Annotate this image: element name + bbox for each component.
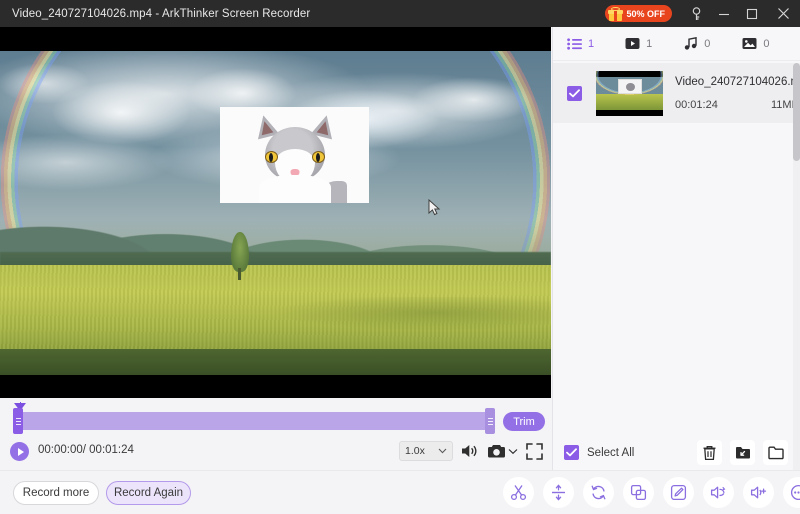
panel-scrollbar-thumb[interactable]	[793, 63, 800, 161]
chevron-down-icon	[438, 445, 447, 457]
music-icon	[684, 37, 698, 50]
trim-handle-right[interactable]	[485, 408, 495, 434]
player-controls: 00:00:00/ 00:01:24 1.0x	[0, 438, 551, 470]
field-path	[165, 297, 551, 350]
letterbox-top	[0, 27, 551, 51]
tab-all[interactable]: 1	[567, 27, 594, 61]
folder-share-icon[interactable]	[730, 440, 755, 465]
cat-image	[241, 112, 349, 203]
select-all-control[interactable]: Select All	[564, 445, 634, 460]
trim-handle-left[interactable]	[13, 408, 23, 434]
select-all-label: Select All	[587, 446, 635, 459]
panel-actions: Select All	[552, 435, 800, 470]
compress-icon[interactable]	[543, 477, 574, 508]
tab-image[interactable]: 0	[742, 27, 770, 61]
tab-video[interactable]: 1	[625, 27, 652, 61]
panel-tabs: 1 1 0 0	[553, 27, 800, 61]
bottom-bar: Record more Record Again	[0, 470, 800, 514]
title-bar: Video_240727104026.mp4 - ArkThinker Scre…	[0, 0, 800, 27]
timeline-track[interactable]	[18, 412, 490, 430]
video-icon	[625, 37, 640, 50]
window-title-separator: -	[155, 7, 160, 20]
mouse-cursor-icon	[428, 198, 441, 222]
window-title-appname: ArkThinker Screen Recorder	[162, 7, 311, 20]
app-window: Video_240727104026.mp4 - ArkThinker Scre…	[0, 0, 800, 514]
window-title: Video_240727104026.mp4 - ArkThinker Scre…	[12, 8, 310, 20]
window-title-filename: Video_240727104026.mp4	[12, 7, 153, 20]
edit-pencil-icon[interactable]	[663, 477, 694, 508]
file-panel: 1 1 0 0 Video_240727104026.mp4 00:01:24 …	[552, 27, 800, 470]
fullscreen-icon[interactable]	[524, 441, 544, 461]
file-duration: 00:01:24	[675, 98, 718, 111]
trash-icon[interactable]	[697, 440, 722, 465]
volume-icon[interactable]	[460, 441, 480, 461]
video-frame	[0, 51, 551, 375]
file-checkbox[interactable]	[567, 85, 582, 101]
lone-tree	[229, 232, 251, 281]
minimize-icon[interactable]	[710, 0, 738, 27]
promo-badge[interactable]: 50% OFF	[605, 5, 672, 22]
trim-button[interactable]: Trim	[503, 412, 545, 431]
list-icon	[567, 37, 582, 50]
image-icon	[742, 37, 757, 50]
file-thumbnail	[596, 70, 663, 116]
window-controls: 50% OFF	[605, 0, 800, 27]
playback-speed-value: 1.0x	[405, 445, 425, 457]
tab-all-count: 1	[588, 37, 595, 50]
file-name: Video_240727104026.mp4	[675, 75, 800, 88]
scissors-icon[interactable]	[503, 477, 534, 508]
merge-icon[interactable]	[623, 477, 654, 508]
tab-audio[interactable]: 0	[684, 27, 710, 61]
play-icon[interactable]	[10, 442, 29, 461]
tab-image-count: 0	[763, 37, 770, 50]
volume-plus-icon[interactable]	[743, 477, 774, 508]
audio-convert-icon[interactable]	[703, 477, 734, 508]
foreground-dirt	[0, 349, 551, 375]
tab-audio-count: 0	[704, 37, 711, 50]
time-display: 00:00:00/ 00:01:24	[38, 444, 134, 456]
camera-icon[interactable]	[486, 441, 506, 461]
record-again-button[interactable]: Record Again	[106, 481, 191, 505]
tool-row	[503, 477, 800, 508]
maximize-icon[interactable]	[738, 0, 766, 27]
file-action-buttons	[697, 440, 788, 465]
letterbox-bottom	[0, 375, 551, 398]
more-dots-icon[interactable]	[783, 477, 800, 508]
timeline[interactable]: Trim	[0, 398, 551, 438]
chevron-down-icon[interactable]	[507, 441, 519, 461]
gift-icon	[608, 6, 624, 21]
select-all-checkbox[interactable]	[564, 445, 579, 460]
list-item[interactable]: Video_240727104026.mp4 00:01:24 11MB	[553, 63, 800, 123]
playback-speed-select[interactable]: 1.0x	[399, 441, 453, 461]
file-info: Video_240727104026.mp4 00:01:24 11MB	[675, 76, 800, 111]
record-more-button[interactable]: Record more	[13, 481, 99, 505]
webcam-overlay[interactable]	[220, 107, 369, 203]
video-preview[interactable]	[0, 27, 551, 398]
timeline-selection	[18, 412, 490, 430]
promo-label: 50% OFF	[626, 8, 665, 19]
folder-open-icon[interactable]	[763, 440, 788, 465]
close-icon[interactable]	[766, 0, 800, 27]
convert-icon[interactable]	[583, 477, 614, 508]
key-icon[interactable]	[682, 0, 710, 27]
tab-video-count: 1	[646, 37, 653, 50]
